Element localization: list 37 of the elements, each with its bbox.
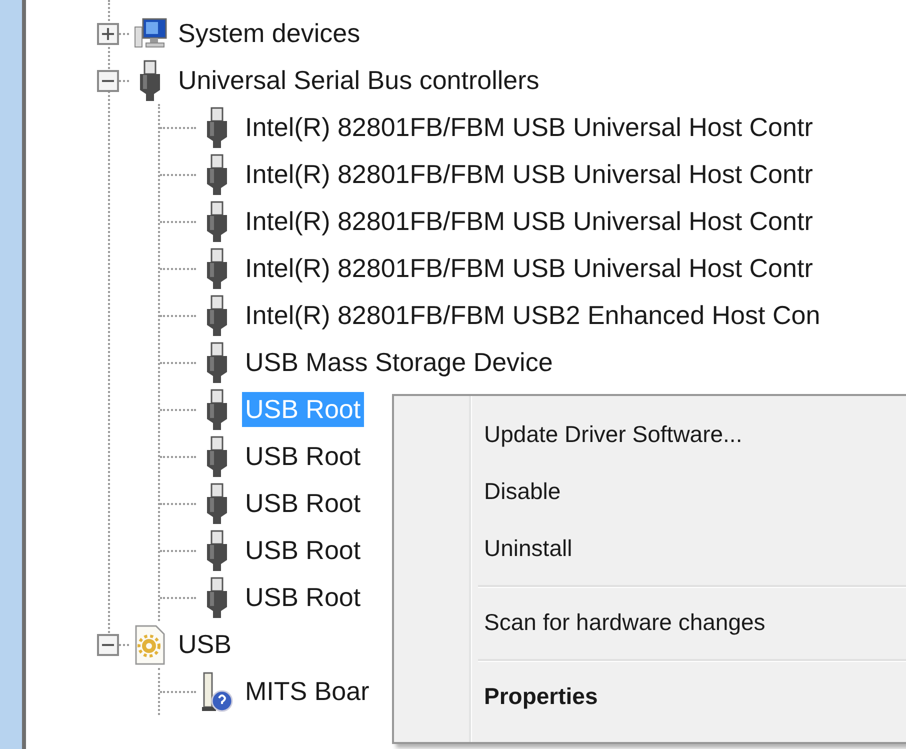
usb-plug-icon	[204, 576, 230, 618]
tree-item[interactable]: Intel(R) 82801FB/FBM USB Universal Host Contr	[242, 204, 816, 239]
tree-item[interactable]: Intel(R) 82801FB/FBM USB2 Enhanced Host Con	[242, 298, 824, 333]
menu-item[interactable]: Uninstall	[484, 520, 906, 577]
tree-item[interactable]: USB Root	[242, 486, 364, 521]
collapse-icon[interactable]	[97, 70, 119, 92]
tree-item[interactable]: Intel(R) 82801FB/FBM USB Universal Host Contr	[242, 110, 816, 145]
usb-plug-icon	[137, 60, 163, 102]
unknown-device-icon	[200, 670, 234, 712]
tree-item[interactable]: USB Mass Storage Device	[242, 345, 556, 380]
usb-plug-icon	[204, 248, 230, 290]
usb-plug-icon	[204, 106, 230, 148]
collapse-icon[interactable]	[97, 634, 119, 656]
usb-plug-icon	[204, 482, 230, 524]
tree-item[interactable]: USB	[175, 627, 234, 662]
tree-item[interactable]: USB Root	[242, 439, 364, 474]
usb-plug-icon	[204, 530, 230, 572]
menu-item[interactable]: Update Driver Software...	[484, 406, 906, 463]
tree-item[interactable]: System devices	[175, 16, 364, 51]
tree-item[interactable]: USB Root	[242, 533, 364, 568]
usb-plug-icon	[204, 388, 230, 430]
usb-plug-icon	[204, 342, 230, 384]
computer-icon	[133, 16, 167, 50]
menu-item[interactable]: Properties	[484, 668, 906, 725]
usb-plug-icon	[204, 294, 230, 336]
tree-item[interactable]: Universal Serial Bus controllers	[175, 63, 542, 98]
menu-item[interactable]: Disable	[484, 463, 906, 520]
tree-item[interactable]: Intel(R) 82801FB/FBM USB Universal Host Contr	[242, 157, 816, 192]
usb-plug-icon	[204, 154, 230, 196]
tree-item[interactable]: USB Root	[242, 580, 364, 615]
tree-item[interactable]: MITS Boar	[242, 674, 372, 709]
expand-icon[interactable]	[97, 22, 119, 44]
menu-item[interactable]: Scan for hardware changes	[484, 594, 906, 651]
tree-item[interactable]: Intel(R) 82801FB/FBM USB Universal Host Contr	[242, 251, 816, 286]
usb-plug-icon	[204, 200, 230, 242]
gear-document-icon	[134, 624, 166, 666]
usb-plug-icon	[204, 436, 230, 478]
